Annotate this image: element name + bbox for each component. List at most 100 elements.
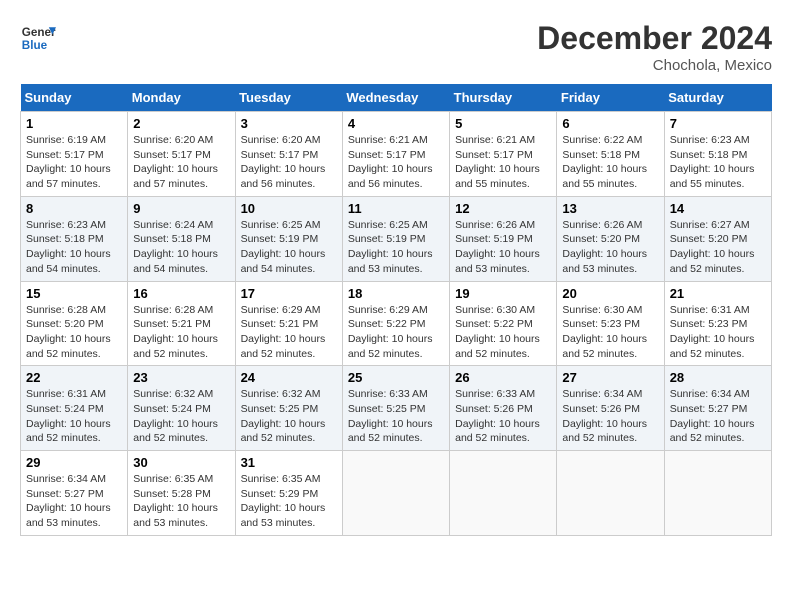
- day-header-sunday: Sunday: [21, 84, 128, 112]
- calendar-cell: 27 Sunrise: 6:34 AM Sunset: 5:26 PM Dayli…: [557, 366, 664, 451]
- calendar-cell: 2 Sunrise: 6:20 AM Sunset: 5:17 PM Daylig…: [128, 112, 235, 197]
- calendar-cell: 9 Sunrise: 6:24 AM Sunset: 5:18 PM Daylig…: [128, 196, 235, 281]
- calendar-cell: 26 Sunrise: 6:33 AM Sunset: 5:26 PM Dayli…: [450, 366, 557, 451]
- calendar-cell: 28 Sunrise: 6:34 AM Sunset: 5:27 PM Dayli…: [664, 366, 771, 451]
- day-info: Sunrise: 6:23 AM Sunset: 5:18 PM Dayligh…: [670, 133, 766, 192]
- calendar-cell: 23Sunrise: 6:32 AM Sunset: 5:24 PM Dayli…: [128, 366, 235, 451]
- calendar-cell: 29 Sunrise: 6:34 AM Sunset: 5:27 PM Dayli…: [21, 451, 128, 536]
- calendar-cell: 7 Sunrise: 6:23 AM Sunset: 5:18 PM Daylig…: [664, 112, 771, 197]
- day-number: 1: [26, 116, 122, 131]
- day-info: Sunrise: 6:26 AM Sunset: 5:20 PM Dayligh…: [562, 218, 658, 277]
- day-info: Sunrise: 6:33 AM Sunset: 5:26 PM Dayligh…: [455, 387, 551, 446]
- day-info: Sunrise: 6:31 AM Sunset: 5:23 PM Dayligh…: [670, 303, 766, 362]
- day-number: 19: [455, 286, 551, 301]
- day-number: 12: [455, 201, 551, 216]
- calendar-cell: 15 Sunrise: 6:28 AM Sunset: 5:20 PM Dayli…: [21, 281, 128, 366]
- day-number: 31: [241, 455, 337, 470]
- title-area: December 2024 Chochola, Mexico: [537, 20, 772, 74]
- calendar-cell: 3Sunrise: 6:20 AM Sunset: 5:17 PM Daylig…: [235, 112, 342, 197]
- day-number: 11: [348, 201, 444, 216]
- day-number: 27: [562, 370, 658, 385]
- calendar-cell: 6Sunrise: 6:22 AM Sunset: 5:18 PM Daylig…: [557, 112, 664, 197]
- day-number: 21: [670, 286, 766, 301]
- calendar-cell: 22 Sunrise: 6:31 AM Sunset: 5:24 PM Dayli…: [21, 366, 128, 451]
- calendar-cell: 5Sunrise: 6:21 AM Sunset: 5:17 PM Daylig…: [450, 112, 557, 197]
- day-number: 10: [241, 201, 337, 216]
- calendar-cell: 17Sunrise: 6:29 AM Sunset: 5:21 PM Dayli…: [235, 281, 342, 366]
- day-number: 5: [455, 116, 551, 131]
- day-info: Sunrise: 6:20 AM Sunset: 5:17 PM Dayligh…: [241, 133, 337, 192]
- location: Chochola, Mexico: [537, 57, 772, 74]
- day-info: Sunrise: 6:32 AM Sunset: 5:25 PM Dayligh…: [241, 387, 337, 446]
- day-header-saturday: Saturday: [664, 84, 771, 112]
- page-header: General Blue December 2024 Chochola, Mex…: [20, 20, 772, 74]
- calendar-cell: 24 Sunrise: 6:32 AM Sunset: 5:25 PM Dayli…: [235, 366, 342, 451]
- day-number: 14: [670, 201, 766, 216]
- day-number: 2: [133, 116, 229, 131]
- day-number: 26: [455, 370, 551, 385]
- day-header-thursday: Thursday: [450, 84, 557, 112]
- day-number: 25: [348, 370, 444, 385]
- calendar-cell: 14 Sunrise: 6:27 AM Sunset: 5:20 PM Dayli…: [664, 196, 771, 281]
- day-number: 20: [562, 286, 658, 301]
- day-info: Sunrise: 6:34 AM Sunset: 5:26 PM Dayligh…: [562, 387, 658, 446]
- calendar-week-row: 29 Sunrise: 6:34 AM Sunset: 5:27 PM Dayli…: [21, 451, 772, 536]
- calendar-cell: 4 Sunrise: 6:21 AM Sunset: 5:17 PM Daylig…: [342, 112, 449, 197]
- day-info: Sunrise: 6:34 AM Sunset: 5:27 PM Dayligh…: [26, 472, 122, 531]
- day-number: 4: [348, 116, 444, 131]
- day-number: 18: [348, 286, 444, 301]
- calendar-cell: [664, 451, 771, 536]
- day-number: 15: [26, 286, 122, 301]
- day-info: Sunrise: 6:20 AM Sunset: 5:17 PM Dayligh…: [133, 133, 229, 192]
- day-number: 16: [133, 286, 229, 301]
- day-info: Sunrise: 6:28 AM Sunset: 5:20 PM Dayligh…: [26, 303, 122, 362]
- day-number: 24: [241, 370, 337, 385]
- calendar-cell: 20 Sunrise: 6:30 AM Sunset: 5:23 PM Dayli…: [557, 281, 664, 366]
- day-header-friday: Friday: [557, 84, 664, 112]
- logo-icon: General Blue: [20, 20, 56, 56]
- calendar-cell: [342, 451, 449, 536]
- day-info: Sunrise: 6:30 AM Sunset: 5:22 PM Dayligh…: [455, 303, 551, 362]
- day-info: Sunrise: 6:27 AM Sunset: 5:20 PM Dayligh…: [670, 218, 766, 277]
- day-number: 28: [670, 370, 766, 385]
- day-info: Sunrise: 6:26 AM Sunset: 5:19 PM Dayligh…: [455, 218, 551, 277]
- day-info: Sunrise: 6:19 AM Sunset: 5:17 PM Dayligh…: [26, 133, 122, 192]
- day-info: Sunrise: 6:30 AM Sunset: 5:23 PM Dayligh…: [562, 303, 658, 362]
- day-info: Sunrise: 6:24 AM Sunset: 5:18 PM Dayligh…: [133, 218, 229, 277]
- calendar-cell: 21 Sunrise: 6:31 AM Sunset: 5:23 PM Dayli…: [664, 281, 771, 366]
- calendar-header-row: SundayMondayTuesdayWednesdayThursdayFrid…: [21, 84, 772, 112]
- day-number: 22: [26, 370, 122, 385]
- day-info: Sunrise: 6:32 AM Sunset: 5:24 PM Dayligh…: [133, 387, 229, 446]
- day-info: Sunrise: 6:29 AM Sunset: 5:21 PM Dayligh…: [241, 303, 337, 362]
- day-header-monday: Monday: [128, 84, 235, 112]
- calendar-week-row: 22 Sunrise: 6:31 AM Sunset: 5:24 PM Dayli…: [21, 366, 772, 451]
- calendar-week-row: 1 Sunrise: 6:19 AM Sunset: 5:17 PM Daylig…: [21, 112, 772, 197]
- calendar-cell: 25Sunrise: 6:33 AM Sunset: 5:25 PM Dayli…: [342, 366, 449, 451]
- calendar-cell: [450, 451, 557, 536]
- calendar-cell: 10 Sunrise: 6:25 AM Sunset: 5:19 PM Dayli…: [235, 196, 342, 281]
- day-info: Sunrise: 6:35 AM Sunset: 5:29 PM Dayligh…: [241, 472, 337, 531]
- calendar-cell: 30 Sunrise: 6:35 AM Sunset: 5:28 PM Dayli…: [128, 451, 235, 536]
- day-number: 30: [133, 455, 229, 470]
- day-number: 9: [133, 201, 229, 216]
- day-info: Sunrise: 6:31 AM Sunset: 5:24 PM Dayligh…: [26, 387, 122, 446]
- calendar-cell: 18 Sunrise: 6:29 AM Sunset: 5:22 PM Dayli…: [342, 281, 449, 366]
- day-info: Sunrise: 6:28 AM Sunset: 5:21 PM Dayligh…: [133, 303, 229, 362]
- calendar-cell: 1 Sunrise: 6:19 AM Sunset: 5:17 PM Daylig…: [21, 112, 128, 197]
- day-number: 6: [562, 116, 658, 131]
- calendar-cell: 16 Sunrise: 6:28 AM Sunset: 5:21 PM Dayli…: [128, 281, 235, 366]
- day-info: Sunrise: 6:35 AM Sunset: 5:28 PM Dayligh…: [133, 472, 229, 531]
- day-number: 13: [562, 201, 658, 216]
- calendar-cell: 13 Sunrise: 6:26 AM Sunset: 5:20 PM Dayli…: [557, 196, 664, 281]
- day-info: Sunrise: 6:34 AM Sunset: 5:27 PM Dayligh…: [670, 387, 766, 446]
- calendar-cell: 11 Sunrise: 6:25 AM Sunset: 5:19 PM Dayli…: [342, 196, 449, 281]
- calendar-table: SundayMondayTuesdayWednesdayThursdayFrid…: [20, 84, 772, 536]
- day-info: Sunrise: 6:21 AM Sunset: 5:17 PM Dayligh…: [348, 133, 444, 192]
- day-info: Sunrise: 6:25 AM Sunset: 5:19 PM Dayligh…: [241, 218, 337, 277]
- day-number: 7: [670, 116, 766, 131]
- day-info: Sunrise: 6:25 AM Sunset: 5:19 PM Dayligh…: [348, 218, 444, 277]
- month-title: December 2024: [537, 20, 772, 57]
- day-number: 29: [26, 455, 122, 470]
- calendar-week-row: 8Sunrise: 6:23 AM Sunset: 5:18 PM Daylig…: [21, 196, 772, 281]
- day-info: Sunrise: 6:29 AM Sunset: 5:22 PM Dayligh…: [348, 303, 444, 362]
